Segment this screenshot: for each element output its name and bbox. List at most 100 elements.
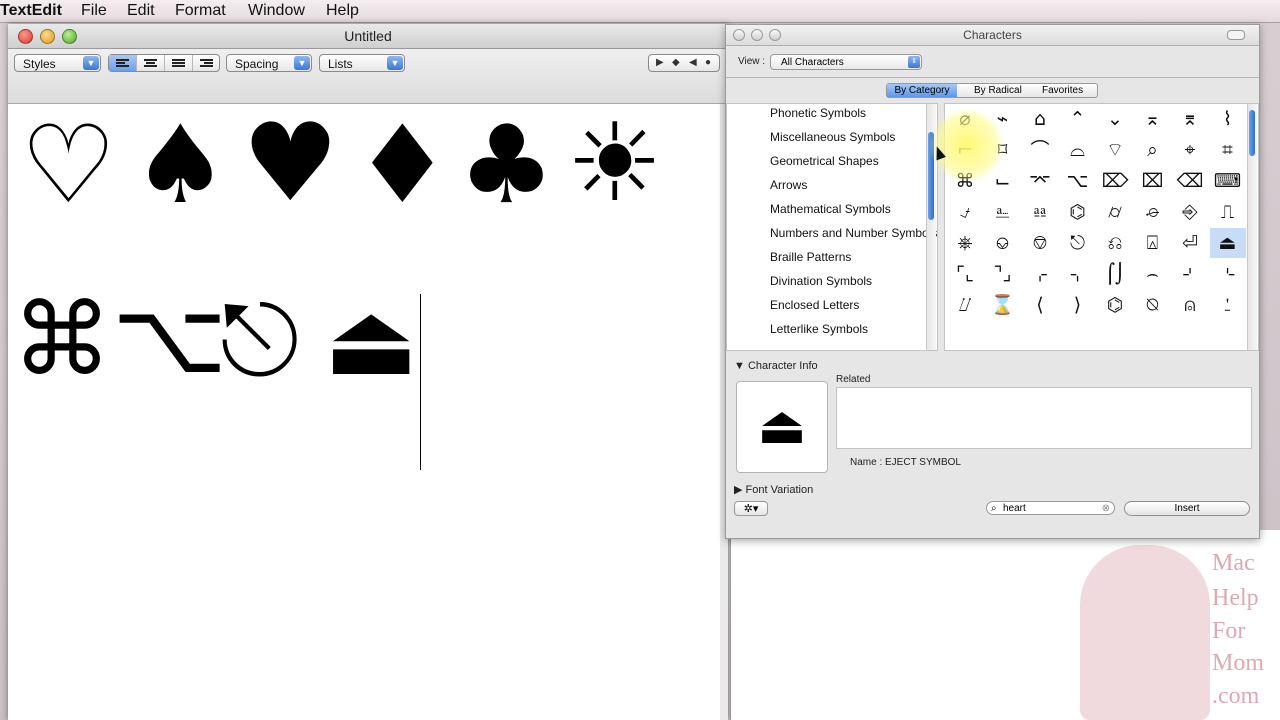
- character-cell[interactable]: ⌕: [1135, 135, 1171, 165]
- action-gear-button[interactable]: ✲▾: [734, 501, 768, 516]
- tab-by-radical[interactable]: By Radical: [974, 85, 1022, 96]
- category-item[interactable]: Miscellaneous Symbols: [770, 130, 895, 144]
- character-cell[interactable]: ⟨: [1022, 290, 1058, 320]
- character-cell[interactable]: ⏏: [1209, 228, 1246, 258]
- window-titlebar[interactable]: Untitled: [8, 24, 728, 49]
- preview-eject-symbol: ⏏: [757, 396, 807, 456]
- character-cell[interactable]: ⌖: [1172, 135, 1208, 165]
- character-info-header[interactable]: ▼ Character Info: [734, 360, 818, 372]
- align-center-button[interactable]: [137, 55, 165, 71]
- related-list[interactable]: [836, 387, 1252, 449]
- diamond-icon[interactable]: ◆: [672, 55, 680, 71]
- character-cell[interactable]: ⌔: [1097, 135, 1133, 165]
- character-cell[interactable]: ⎉: [985, 228, 1021, 258]
- back-icon[interactable]: ◀: [689, 55, 697, 71]
- character-cell[interactable]: ⌧: [1135, 166, 1171, 196]
- spacing-popup[interactable]: Spacing ▼: [226, 54, 312, 72]
- character-cell[interactable]: ⌬: [1060, 197, 1096, 227]
- character-cell[interactable]: ⍻: [947, 197, 983, 227]
- character-cell[interactable]: ⌓: [1060, 135, 1096, 165]
- character-cell[interactable]: ⌃: [1060, 104, 1096, 134]
- category-list[interactable]: Phonetic Symbols Miscellaneous Symbols G…: [726, 103, 938, 351]
- category-item[interactable]: Arrows: [770, 178, 807, 192]
- scroll-thumb[interactable]: [1249, 110, 1255, 156]
- character-cell[interactable]: ⍓: [1135, 228, 1171, 258]
- character-cell[interactable]: ⌭: [1097, 197, 1133, 227]
- character-cell[interactable]: ⎁: [985, 197, 1021, 227]
- character-cell[interactable]: ⎋: [1060, 228, 1096, 258]
- character-cell[interactable]: ⎆: [1172, 197, 1208, 227]
- character-cell[interactable]: ⌫: [1172, 166, 1208, 196]
- category-item[interactable]: Enclosed Letters: [770, 298, 859, 312]
- font-variation-header[interactable]: ▶ Font Variation: [734, 483, 813, 496]
- lists-popup[interactable]: Lists ▼: [319, 54, 405, 72]
- character-cell[interactable]: ⌬: [1097, 290, 1133, 320]
- menu-help[interactable]: Help: [326, 2, 359, 20]
- category-item[interactable]: Geometrical Shapes: [770, 154, 879, 168]
- character-cell[interactable]: ⌍: [1060, 259, 1096, 289]
- align-right-button[interactable]: [193, 55, 220, 71]
- character-cell[interactable]: ⌒: [1022, 135, 1058, 165]
- character-cell[interactable]: ⌌: [1022, 259, 1058, 289]
- character-cell[interactable]: ⌠⌡: [1097, 259, 1133, 289]
- character-cell[interactable]: ⌝⌟: [985, 259, 1021, 289]
- character-cell[interactable]: ⌛: [985, 290, 1021, 320]
- insert-button[interactable]: Insert: [1124, 501, 1250, 516]
- character-cell[interactable]: ⏎: [1172, 228, 1208, 258]
- character-cell[interactable]: ⌤: [1022, 166, 1058, 196]
- character-cell[interactable]: ⟩: [1060, 290, 1096, 320]
- palette-titlebar[interactable]: Characters: [726, 25, 1259, 46]
- gear-icon: ✲▾: [743, 503, 759, 515]
- character-cell[interactable]: ⍘: [1210, 290, 1246, 320]
- character-cell[interactable]: ⌢: [1135, 259, 1171, 289]
- character-cell[interactable]: ⌂: [1022, 104, 1058, 134]
- doc-symbol-escape: ⎋: [220, 281, 300, 398]
- character-cell[interactable]: ⌎: [1210, 259, 1246, 289]
- align-justify-button[interactable]: [165, 55, 193, 71]
- clear-search-icon[interactable]: ⊗: [1102, 502, 1110, 515]
- tab-by-category[interactable]: By Category: [887, 84, 957, 97]
- menu-file[interactable]: File: [81, 2, 107, 20]
- character-cell[interactable]: ⍉: [1135, 290, 1171, 320]
- category-item[interactable]: Letterlike Symbols: [770, 322, 868, 336]
- character-cell[interactable]: ⍝: [1172, 290, 1208, 320]
- character-cell[interactable]: ⌄: [1097, 104, 1133, 134]
- character-cell[interactable]: ⌨: [1210, 166, 1246, 196]
- category-item[interactable]: Mathematical Symbols: [770, 202, 891, 216]
- character-cell[interactable]: ⎍: [1210, 197, 1246, 227]
- character-cell[interactable]: ⌗: [1210, 135, 1246, 165]
- styles-popup[interactable]: Styles ▼: [14, 54, 101, 72]
- play-icon[interactable]: ▶: [656, 55, 664, 71]
- search-field[interactable]: ⌕ heart ⊗: [986, 501, 1115, 515]
- toolbar-toggle-button[interactable]: [1227, 30, 1245, 40]
- character-cell[interactable]: ⌦: [1097, 166, 1133, 196]
- character-cell[interactable]: ⌅: [1135, 104, 1171, 134]
- category-item[interactable]: Numbers and Number Symbols: [770, 226, 937, 240]
- character-cell[interactable]: ⌰: [947, 290, 983, 320]
- category-item[interactable]: Braille Patterns: [770, 250, 851, 264]
- character-cell[interactable]: ⎊: [1022, 228, 1058, 258]
- menu-format[interactable]: Format: [175, 2, 226, 20]
- menu-edit[interactable]: Edit: [127, 2, 155, 20]
- align-left-button[interactable]: [109, 55, 137, 71]
- category-item[interactable]: Divination Symbols: [770, 274, 872, 288]
- character-cell[interactable]: ⌮: [1135, 197, 1171, 227]
- character-cell[interactable]: ⎌: [1097, 228, 1133, 258]
- document-text-area[interactable]: ♡ ♠ ♥ ♦ ♣ ☀ ⌘ ⌥ ⎋ ⏏: [8, 104, 720, 704]
- character-cell[interactable]: ⌜⌞: [947, 259, 983, 289]
- menu-window[interactable]: Window: [248, 2, 305, 20]
- character-cell[interactable]: ⌇: [1210, 104, 1246, 134]
- character-cell[interactable]: ⌥: [1060, 166, 1096, 196]
- grid-scrollbar[interactable]: [1247, 104, 1257, 350]
- menu-app-textedit[interactable]: TextEdit: [0, 2, 62, 20]
- tab-favorites[interactable]: Favorites: [1042, 85, 1083, 96]
- ruler-nav-buttons[interactable]: ▶ ◆ ◀ ●: [648, 54, 720, 72]
- view-popup[interactable]: All Characters ⇕: [770, 54, 922, 70]
- character-cell[interactable]: ⌏: [1172, 259, 1208, 289]
- menu-bar: TextEdit File Edit Format Window Help: [0, 0, 1280, 23]
- category-item[interactable]: Phonetic Symbols: [770, 106, 866, 120]
- character-cell[interactable]: ⌆: [1172, 104, 1208, 134]
- character-cell[interactable]: ⎂: [1022, 197, 1058, 227]
- record-icon[interactable]: ●: [705, 55, 711, 71]
- character-cell[interactable]: ⎈: [947, 228, 983, 258]
